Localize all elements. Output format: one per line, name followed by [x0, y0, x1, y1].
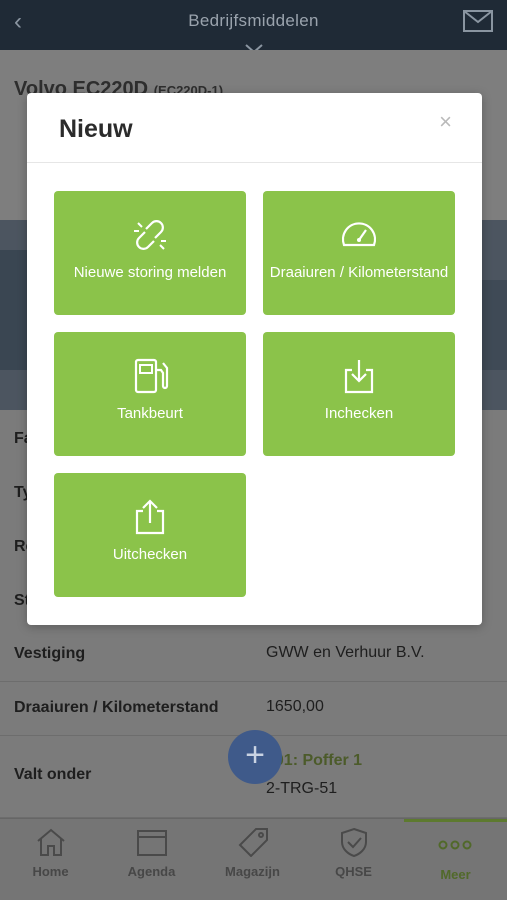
- refuel-button[interactable]: Tankbeurt: [54, 332, 246, 456]
- hours-mileage-button[interactable]: Draaiuren / Kilometerstand: [263, 191, 455, 315]
- mail-icon[interactable]: [463, 10, 493, 32]
- check-in-icon: [344, 360, 374, 394]
- row-label: Draaiuren / Kilometerstand: [14, 699, 219, 716]
- tile-label: Uitchecken: [112, 546, 188, 563]
- row-value: GWW en Verhuur B.V.: [266, 644, 425, 661]
- row-label: Valt onder: [14, 766, 92, 783]
- top-bar: ‹ Bedrijfsmiddelen: [0, 0, 507, 62]
- row-label: Vestiging: [14, 645, 86, 662]
- close-icon[interactable]: ×: [439, 109, 452, 135]
- tile-label: Inchecken: [324, 405, 394, 422]
- nav-label: QHSE: [335, 864, 372, 879]
- fuel-pump-icon: [134, 358, 169, 394]
- nav-label: Agenda: [127, 864, 176, 879]
- broken-link-icon: [134, 220, 166, 250]
- add-button[interactable]: +: [228, 730, 282, 784]
- home-icon: [37, 828, 65, 856]
- tag-icon: [238, 828, 268, 857]
- tile-label: Nieuwe storing melden: [73, 264, 227, 281]
- tile-label: Draaiuren / Kilometerstand: [269, 264, 449, 281]
- divider: [27, 162, 482, 163]
- speedometer-icon: [341, 222, 377, 247]
- plus-icon: +: [245, 736, 265, 774]
- nav-item-agenda[interactable]: Agenda: [101, 819, 202, 900]
- check-out-button[interactable]: Uitchecken: [54, 473, 246, 597]
- row-value-secondary: 2-TRG-51: [266, 780, 338, 797]
- nav-label: Meer: [440, 867, 471, 882]
- new-action-modal: Nieuw × Nieuwe storing melden Draaiuren …: [27, 93, 482, 625]
- check-out-icon: [135, 499, 165, 535]
- bottom-nav: Home Agenda Magazijn QHSE Meer: [0, 818, 507, 900]
- detail-row-vestiging: Vestiging GWW en Verhuur B.V.: [0, 628, 507, 682]
- nav-item-home[interactable]: Home: [0, 819, 101, 900]
- nav-item-meer[interactable]: Meer: [404, 819, 507, 900]
- more-dots-icon: [438, 840, 472, 850]
- page-title: Bedrijfsmiddelen: [188, 11, 319, 30]
- detail-row-draaiuren: Draaiuren / Kilometerstand 1650,00: [0, 682, 507, 736]
- row-value: 1650,00: [266, 698, 324, 715]
- check-in-button[interactable]: Inchecken: [263, 332, 455, 456]
- nav-item-qhse[interactable]: QHSE: [303, 819, 404, 900]
- nav-item-magazijn[interactable]: Magazijn: [202, 819, 303, 900]
- nav-label: Magazijn: [225, 864, 280, 879]
- new-fault-report-button[interactable]: Nieuwe storing melden: [54, 191, 246, 315]
- tile-label: Tankbeurt: [117, 405, 183, 422]
- shield-check-icon: [341, 827, 367, 857]
- nav-label: Home: [32, 864, 69, 879]
- calendar-icon: [137, 830, 167, 856]
- modal-title: Nieuw: [59, 115, 133, 143]
